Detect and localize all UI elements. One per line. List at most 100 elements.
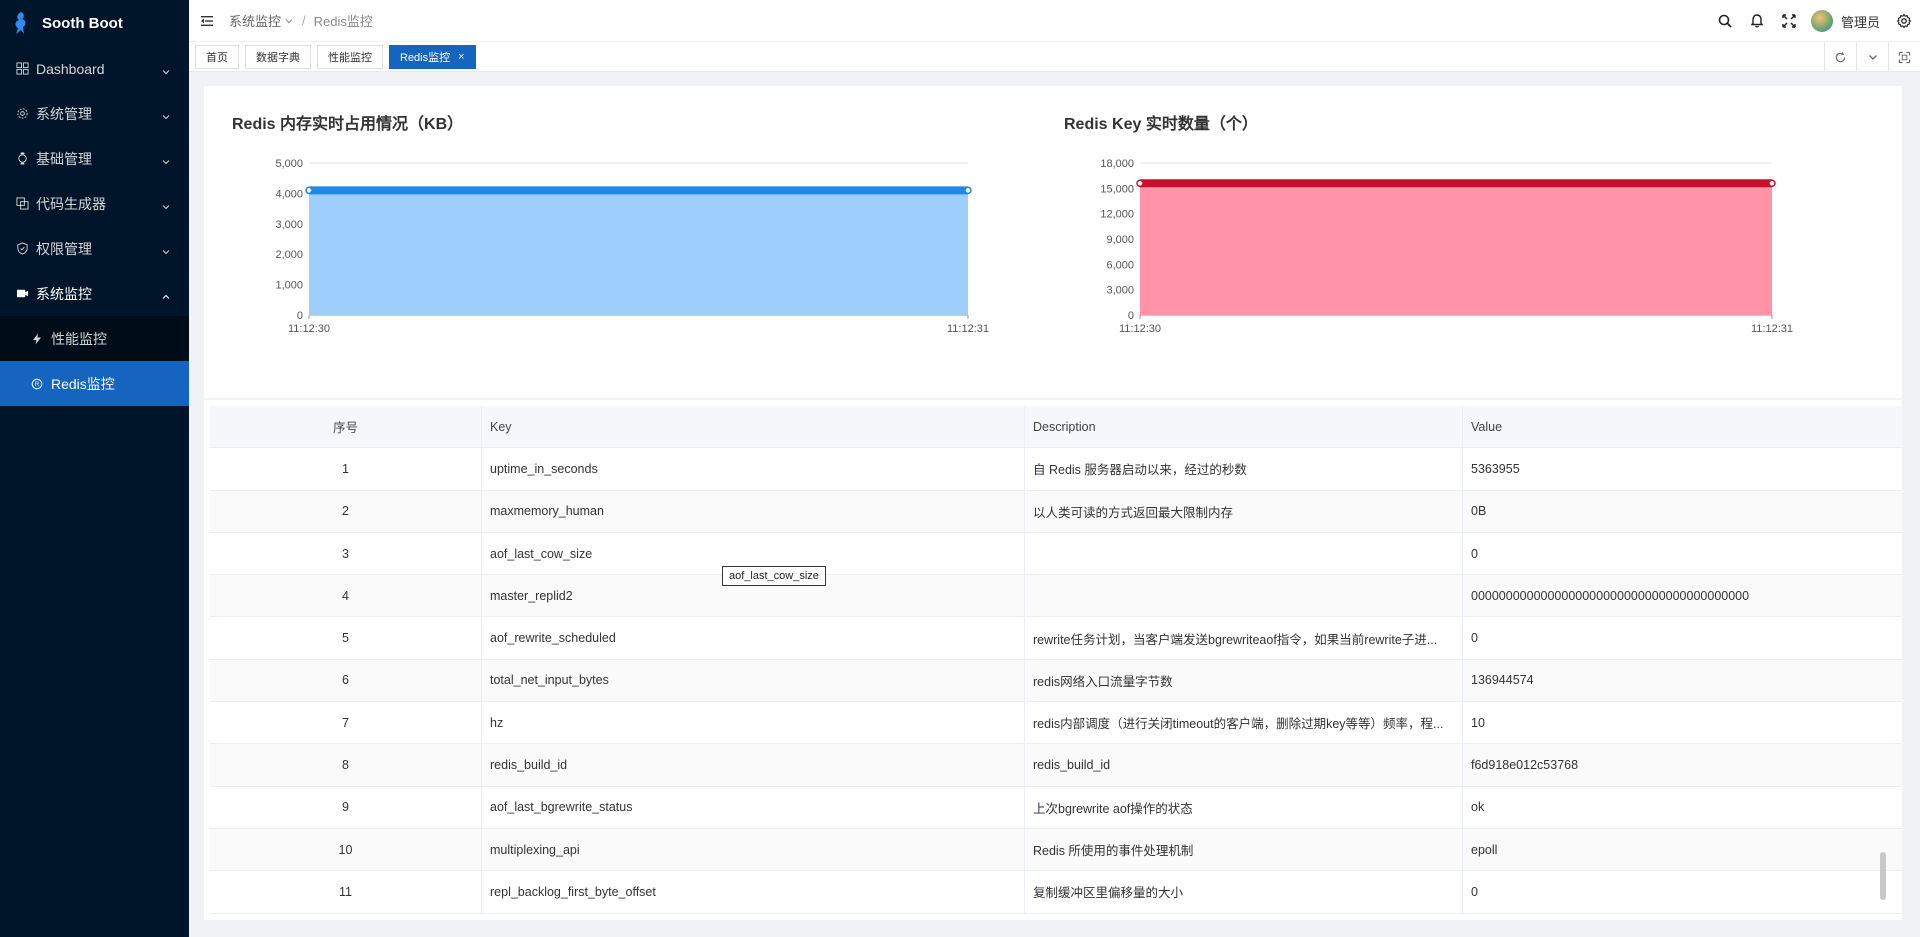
- top-header: 系统监控 / Redis监控 管理员: [189, 0, 1920, 42]
- tab-label: 性能监控: [328, 51, 372, 64]
- row-index: 11: [210, 871, 482, 913]
- chevron-down-icon: [161, 199, 171, 209]
- table-row: 11 repl_backlog_first_byte_offset 复制缓冲区里偏移…: [210, 871, 1902, 914]
- maximize-content-button[interactable]: [1888, 42, 1920, 72]
- row-key: multiplexing_api: [482, 828, 1025, 871]
- row-description: [1025, 532, 1463, 575]
- dashboard-icon: [15, 62, 29, 76]
- row-description: [1025, 575, 1463, 617]
- username[interactable]: 管理员: [1841, 12, 1880, 31]
- sidebar-item-label: 权限管理: [36, 240, 92, 257]
- memory-chart: 0 1,000 2,000 3,000 4,000 5,000 11:12:30 11:12:…: [275, 158, 989, 335]
- tab-menu-button[interactable]: [1856, 42, 1888, 72]
- y-tick-label: 9,000: [1106, 234, 1134, 246]
- chevron-down-icon: [161, 244, 171, 254]
- row-value: 10: [1463, 702, 1902, 743]
- logo-icon: [15, 12, 26, 34]
- header-key[interactable]: Key: [482, 406, 1025, 448]
- table-scrollbar[interactable]: [1880, 852, 1886, 900]
- avatar[interactable]: [1810, 10, 1833, 32]
- sidebar-item-3[interactable]: 代码生成器: [0, 181, 189, 226]
- y-tick-label: 0: [297, 310, 303, 322]
- y-tick-label: 0: [1128, 310, 1134, 322]
- row-value: 136944574: [1463, 660, 1902, 701]
- y-tick-label: 4,000: [275, 188, 303, 200]
- area-fill: [309, 190, 968, 315]
- row-key: total_net_input_bytes: [482, 659, 1025, 702]
- row-index: 10: [210, 828, 482, 871]
- sidebar-item-label: Dashboard: [36, 60, 105, 77]
- sidebar-item-0[interactable]: Dashboard: [0, 46, 189, 91]
- search-icon[interactable]: [1717, 13, 1733, 29]
- sidebar-item-2[interactable]: 基础管理: [0, 136, 189, 181]
- table-row: 8 redis_build_id redis_build_id f6d918e012c…: [210, 744, 1902, 787]
- header-index[interactable]: 序号: [210, 406, 482, 448]
- tab-redis[interactable]: Redis监控 ×: [389, 44, 476, 69]
- settings-gear-icon[interactable]: [1896, 13, 1912, 29]
- tabs-bar: 首页 数据字典 性能监控 Redis监控 ×: [189, 42, 1920, 72]
- row-index: 6: [210, 659, 482, 702]
- tab-dictionary[interactable]: 数据字典: [245, 44, 311, 69]
- y-tick-label: 1,000: [275, 280, 303, 292]
- data-point[interactable]: [1136, 179, 1144, 188]
- y-tick-label: 3,000: [275, 219, 303, 231]
- chevron-up-icon: [161, 289, 171, 299]
- redis-info-table: 序号 Key Description Value 1 uptime_in_seco…: [210, 406, 1902, 914]
- row-key: maxmemory_human: [482, 490, 1025, 532]
- tab-performance[interactable]: 性能监控: [317, 44, 383, 69]
- row-description: redis网络入口流量字节数: [1025, 659, 1463, 702]
- breadcrumb: 系统监控 / Redis监控: [229, 11, 373, 30]
- row-description: 以人类可读的方式返回最大限制内存: [1025, 490, 1463, 532]
- table-row: 5 aof_rewrite_scheduled rewrite任务计划，当客户端发送…: [210, 617, 1902, 660]
- y-tick-label: 15,000: [1100, 183, 1134, 195]
- sidebar-item-4[interactable]: 权限管理: [0, 226, 189, 271]
- refresh-icon: [1835, 51, 1846, 62]
- sidebar-subitem-1[interactable]: R Redis监控: [0, 361, 189, 406]
- data-point[interactable]: [305, 186, 313, 195]
- expand-icon: [1898, 51, 1911, 63]
- table-row: 10 multiplexing_api Redis 所使用的事件处理机制 epoll: [210, 828, 1902, 872]
- x-tick-label: 11:12:30: [288, 323, 330, 335]
- sidebar-item-1[interactable]: 系统管理: [0, 91, 189, 136]
- row-key: repl_backlog_first_byte_offset: [482, 871, 1025, 913]
- row-value: 0: [1463, 871, 1902, 912]
- data-point[interactable]: [964, 186, 972, 195]
- key-count-chart: 0 3,000 6,000 9,000 12,000 15,000 18,000 11:12:…: [1100, 158, 1793, 335]
- data-point[interactable]: [1768, 179, 1776, 188]
- header-value[interactable]: Value: [1463, 406, 1902, 447]
- row-key: aof_rewrite_scheduled: [482, 617, 1025, 659]
- table-row: 4 master_replid2 0000000000000000000000000…: [210, 575, 1902, 618]
- sidebar-subitem-0[interactable]: 性能监控: [0, 316, 189, 361]
- sidebar-item-label: 系统监控: [36, 285, 92, 302]
- lightning-icon: [30, 332, 44, 346]
- tab-home[interactable]: 首页: [195, 44, 239, 69]
- breadcrumb-item-monitor[interactable]: 系统监控: [229, 11, 281, 30]
- table-header-row: 序号 Key Description Value: [210, 406, 1902, 449]
- row-key: hz: [482, 702, 1025, 744]
- sidebar-item-5[interactable]: 系统监控: [0, 271, 189, 316]
- area-fill: [1140, 183, 1772, 315]
- row-value: 0: [1463, 533, 1902, 574]
- app-logo[interactable]: Sooth Boot: [0, 0, 189, 46]
- tab-label: 数据字典: [256, 51, 300, 64]
- header-description[interactable]: Description: [1025, 406, 1463, 448]
- watch-icon: [15, 152, 29, 166]
- table-row: 1 uptime_in_seconds 自 Redis 服务器启动以来，经过的秒数 5…: [210, 448, 1902, 491]
- close-icon[interactable]: ×: [458, 51, 464, 63]
- menu-fold-icon[interactable]: [199, 13, 215, 29]
- sidebar: Sooth Boot Dashboard 系统管理 基础管理 代码生成器权限管理系统监…: [0, 0, 189, 937]
- fullscreen-icon[interactable]: [1781, 13, 1797, 29]
- bell-icon[interactable]: [1749, 13, 1765, 29]
- redis-info-table-card: 序号 Key Description Value 1 uptime_in_seco…: [204, 400, 1902, 920]
- y-tick-label: 5,000: [275, 158, 303, 170]
- table-row: 6 total_net_input_bytes redis网络入口流量字节数 1369…: [210, 659, 1902, 703]
- row-key: uptime_in_seconds: [482, 448, 1025, 490]
- refresh-tab-button[interactable]: [1824, 42, 1856, 72]
- y-tick-label: 6,000: [1106, 259, 1134, 271]
- row-index: 1: [210, 448, 482, 490]
- row-index: 9: [210, 786, 482, 828]
- row-description: redis内部调度（进行关闭timeout的客户端，删除过期key等等）频率，程…: [1025, 702, 1463, 744]
- row-description: 复制缓冲区里偏移量的大小: [1025, 871, 1463, 913]
- row-description: redis_build_id: [1025, 744, 1463, 786]
- chevron-down-icon: [285, 18, 293, 23]
